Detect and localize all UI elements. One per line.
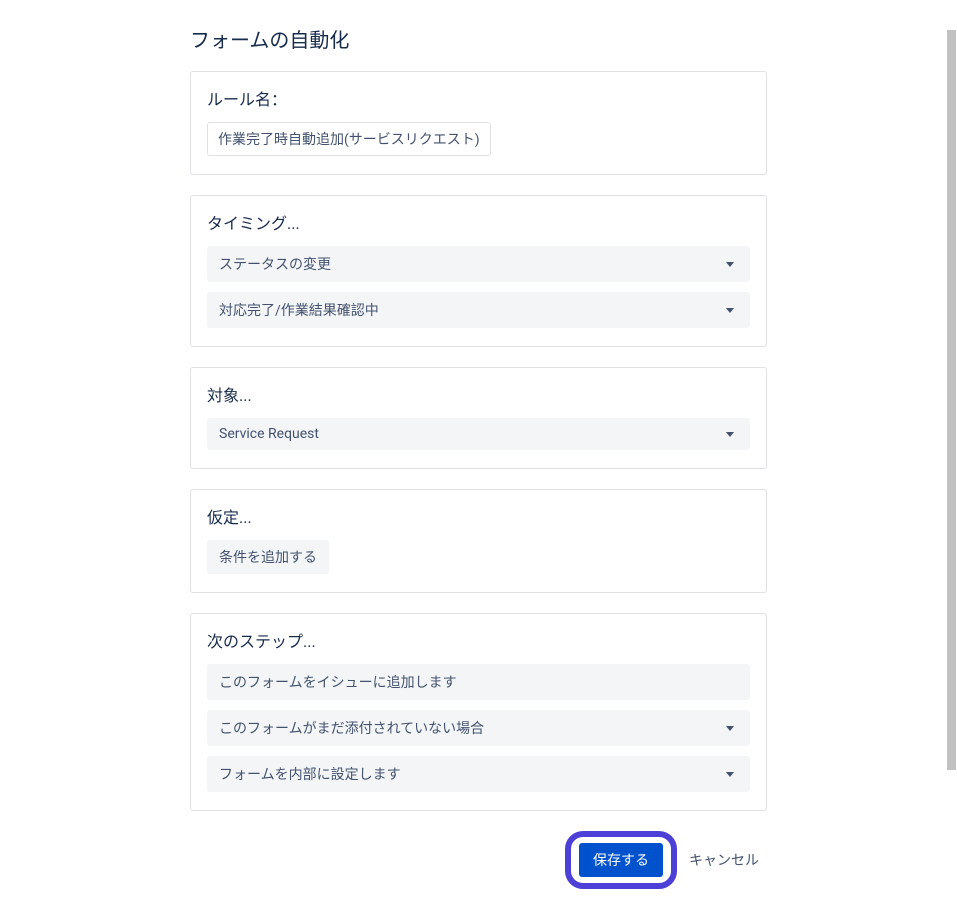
chevron-down-icon xyxy=(726,262,734,267)
scrollbar-track[interactable] xyxy=(946,30,957,770)
assumption-panel: 仮定... 条件を追加する xyxy=(190,489,767,593)
step-not-attached-value: このフォームがまだ添付されていない場合 xyxy=(219,718,484,738)
step-add-form-select[interactable]: このフォームをイシューに追加します xyxy=(207,664,750,700)
step-internal-value: フォームを内部に設定します xyxy=(219,764,401,784)
chevron-down-icon xyxy=(726,772,734,777)
cancel-button[interactable]: キャンセル xyxy=(681,843,767,877)
timing-panel: タイミング... ステータスの変更 対応完了/作業結果確認中 xyxy=(190,195,767,347)
next-steps-heading: 次のステップ... xyxy=(207,628,750,652)
assumption-heading: 仮定... xyxy=(207,504,750,528)
save-button[interactable]: 保存する xyxy=(579,843,663,877)
target-heading: 対象... xyxy=(207,382,750,406)
timing-trigger-value: ステータスの変更 xyxy=(219,254,331,274)
rule-name-chip[interactable]: 作業完了時自動追加(サービスリクエスト) xyxy=(207,122,491,156)
rule-name-panel: ルール名： 作業完了時自動追加(サービスリクエスト) xyxy=(190,71,767,175)
chevron-down-icon xyxy=(726,308,734,313)
target-select[interactable]: Service Request xyxy=(207,418,750,450)
timing-heading: タイミング... xyxy=(207,210,750,234)
scrollbar-thumb[interactable] xyxy=(947,30,956,770)
add-condition-button[interactable]: 条件を追加する xyxy=(207,540,329,574)
timing-trigger-select[interactable]: ステータスの変更 xyxy=(207,246,750,282)
save-highlight-ring: 保存する xyxy=(565,831,677,889)
timing-status-select[interactable]: 対応完了/作業結果確認中 xyxy=(207,292,750,328)
next-steps-panel: 次のステップ... このフォームをイシューに追加します このフォームがまだ添付さ… xyxy=(190,613,767,811)
rule-name-heading: ルール名： xyxy=(207,86,750,110)
step-not-attached-select[interactable]: このフォームがまだ添付されていない場合 xyxy=(207,710,750,746)
timing-status-value: 対応完了/作業結果確認中 xyxy=(219,300,379,320)
footer-actions: 保存する キャンセル xyxy=(190,831,767,889)
target-value: Service Request xyxy=(219,426,319,442)
step-add-form-value: このフォームをイシューに追加します xyxy=(219,672,457,692)
target-panel: 対象... Service Request xyxy=(190,367,767,469)
step-internal-select[interactable]: フォームを内部に設定します xyxy=(207,756,750,792)
chevron-down-icon xyxy=(726,726,734,731)
chevron-down-icon xyxy=(726,432,734,437)
page-title: フォームの自動化 xyxy=(190,24,767,53)
